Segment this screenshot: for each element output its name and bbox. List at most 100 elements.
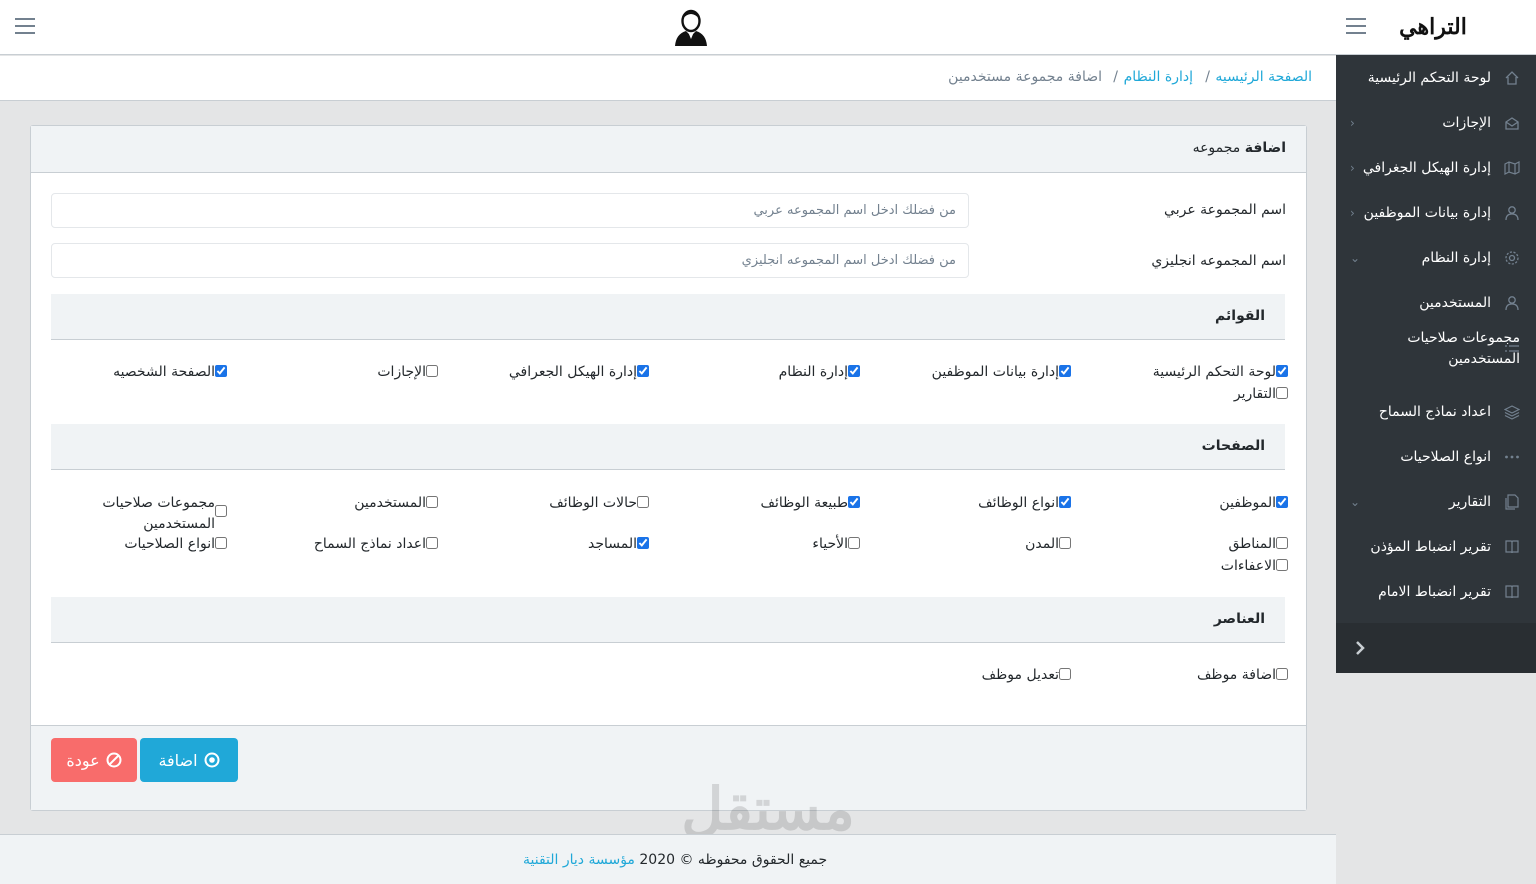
menu-checkbox-vacations[interactable]: الإجازات	[377, 362, 438, 382]
sidebar-item-user-groups[interactable]: مجموعات صلاحيات المستخدمين	[1336, 325, 1536, 373]
page-checkbox-job-types[interactable]: انواع الوظائف	[978, 493, 1071, 513]
settings-icon	[1505, 250, 1519, 265]
sidebar-item-muezzin-report[interactable]: تقرير انضباط المؤذن	[1336, 524, 1536, 569]
page-checkbox-exemptions[interactable]: الاعفاءات	[1221, 556, 1288, 576]
checkbox[interactable]	[1059, 496, 1071, 508]
footer-company-link[interactable]: مؤسسة ديار التقنية	[523, 852, 635, 868]
menu-checkbox-geography[interactable]: إدارة الهيكل الجعرافي	[509, 362, 649, 382]
checkbox[interactable]	[1059, 365, 1071, 377]
menu-checkbox-reports[interactable]: التقارير	[1234, 384, 1288, 404]
page-checkbox-users[interactable]: المستخدمين	[354, 493, 438, 513]
page-checkbox-employees[interactable]: الموظفين	[1219, 493, 1288, 513]
sidebar-item-reports[interactable]: التقارير ⌄	[1336, 479, 1536, 524]
sidebar-item-label: تقرير انضباط الامام	[1378, 583, 1491, 600]
checkbox[interactable]	[426, 496, 438, 508]
elements-section-title: العناصر	[1213, 611, 1265, 627]
checkbox[interactable]	[848, 496, 860, 508]
checkbox[interactable]	[637, 365, 649, 377]
sidebar-item-vacations[interactable]: الإجازات ‹	[1336, 100, 1536, 145]
breadcrumb-separator: /	[1113, 69, 1118, 85]
checkbox[interactable]	[426, 365, 438, 377]
sidebar-minimizer-button[interactable]	[1336, 623, 1536, 673]
english-name-input[interactable]	[51, 243, 969, 278]
sidebar-item-permission-types[interactable]: انواع الصلاحيات	[1336, 434, 1536, 479]
menu-checkbox-system[interactable]: إدارة النظام	[779, 362, 860, 382]
page-checkbox-regions[interactable]: المناطق	[1228, 534, 1288, 554]
page-checkbox-permission-types[interactable]: انواع الصلاحيات	[124, 534, 227, 554]
sidebar-item-employees[interactable]: إدارة بيانات الموظفين ‹	[1336, 190, 1536, 235]
app-header: التراهي	[0, 0, 1536, 55]
copyright-text: جميع الحقوق محفوظه © 2020	[639, 852, 828, 868]
back-button[interactable]: عودة	[51, 738, 137, 782]
sidebar-item-users[interactable]: المستخدمين	[1336, 280, 1536, 325]
layers-icon	[1504, 404, 1520, 420]
checkbox[interactable]	[215, 537, 227, 549]
menus-section-header: القوائم	[51, 294, 1285, 340]
checkbox[interactable]	[1276, 387, 1288, 399]
page-checkbox-user-groups[interactable]: مجموعات صلاحيات المستخدمين	[100, 493, 227, 535]
checkbox[interactable]	[1059, 537, 1071, 549]
page-footer: جميع الحقوق محفوظه © 2020 مؤسسة ديار الت…	[0, 834, 1336, 884]
breadcrumb-home-link[interactable]: الصفحة الرئيسيه	[1215, 69, 1312, 85]
breadcrumb: الصفحة الرئيسيه / إدارة النظام / اضافة م…	[0, 56, 1336, 101]
arabic-name-label: اسم المجموعة عربي	[1164, 202, 1286, 218]
sidebar-item-system[interactable]: إدارة النظام ⌄	[1336, 235, 1536, 280]
home-icon	[1505, 70, 1519, 85]
user-avatar-icon[interactable]	[673, 9, 709, 47]
page-checkbox-job-status[interactable]: حالات الوظائف	[549, 493, 649, 513]
checkbox[interactable]	[1276, 537, 1288, 549]
sidebar-item-imam-report[interactable]: تقرير انضباط الامام	[1336, 569, 1536, 614]
checkbox[interactable]	[1276, 496, 1288, 508]
sidebar-item-label: اعداد نماذج السماح	[1378, 403, 1491, 420]
checkbox[interactable]	[426, 537, 438, 549]
sidebar-item-permit-forms[interactable]: اعداد نماذج السماح	[1336, 389, 1536, 434]
element-checkbox-add-employee[interactable]: اضافة موظف	[1197, 665, 1288, 685]
page-checkbox-cities[interactable]: المدن	[1025, 534, 1071, 554]
checkbox[interactable]	[848, 365, 860, 377]
page-checkbox-job-nature[interactable]: طبيعة الوظائف	[761, 493, 860, 513]
user-icon	[1505, 205, 1519, 220]
english-name-label: اسم المجموعه انجليزي	[1151, 253, 1286, 269]
sidebar-item-label: إدارة بيانات الموظفين	[1363, 204, 1491, 221]
chevron-left-icon: ‹	[1350, 205, 1355, 220]
pages-section-header: الصفحات	[51, 424, 1285, 470]
sidebar-item-label: التقارير	[1448, 493, 1491, 510]
chevron-left-icon: ‹	[1350, 160, 1355, 175]
checkbox[interactable]	[848, 537, 860, 549]
card-title-bold: اضافة	[1244, 140, 1286, 156]
map-icon	[1504, 160, 1520, 175]
book-icon	[1505, 539, 1519, 553]
add-button[interactable]: اضافة	[140, 738, 238, 782]
checkbox[interactable]	[215, 365, 227, 377]
menu-checkbox-profile[interactable]: الصفحة الشخصيه	[113, 362, 227, 382]
arabic-name-input[interactable]	[51, 193, 969, 228]
page-checkbox-mosques[interactable]: المساجد	[588, 534, 649, 554]
menu-checkbox-employees[interactable]: إدارة بيانات الموظفين	[932, 362, 1071, 382]
brand-logo[interactable]: التراهي	[1378, 10, 1488, 44]
menu-checkbox-dashboard[interactable]: لوحة التحكم الرئيسية	[1153, 362, 1288, 382]
aside-toggle-icon[interactable]	[15, 18, 35, 36]
sidebar-item-label: المستخدمين	[1419, 294, 1491, 311]
ban-icon	[106, 752, 122, 768]
chevron-right-icon	[1356, 641, 1365, 655]
sidebar-item-dashboard[interactable]: لوحة التحكم الرئيسية	[1336, 55, 1536, 100]
checkbox[interactable]	[637, 537, 649, 549]
menus-section-title: القوائم	[1215, 308, 1265, 324]
checkbox[interactable]	[215, 505, 227, 517]
page-checkbox-districts[interactable]: الأحياء	[812, 534, 860, 554]
card-footer: اضافة عودة	[31, 725, 1306, 810]
checkbox[interactable]	[1276, 559, 1288, 571]
sidebar-item-label: إدارة النظام	[1421, 249, 1491, 266]
checkbox[interactable]	[637, 496, 649, 508]
envelope-open-icon	[1505, 116, 1519, 130]
breadcrumb-system-link[interactable]: إدارة النظام	[1124, 69, 1193, 85]
checkbox[interactable]	[1276, 668, 1288, 680]
checkbox[interactable]	[1276, 365, 1288, 377]
sidebar-toggle-icon[interactable]	[1346, 18, 1366, 36]
element-checkbox-edit-employee[interactable]: تعديل موظف	[982, 665, 1071, 685]
book-icon	[1505, 584, 1519, 598]
footer-text: جميع الحقوق محفوظه © 2020 مؤسسة ديار الت…	[523, 852, 827, 868]
sidebar-item-geography[interactable]: إدارة الهيكل الجغرافي ‹	[1336, 145, 1536, 190]
checkbox[interactable]	[1059, 668, 1071, 680]
page-checkbox-permit-forms[interactable]: اعداد نماذج السماح	[314, 534, 438, 554]
